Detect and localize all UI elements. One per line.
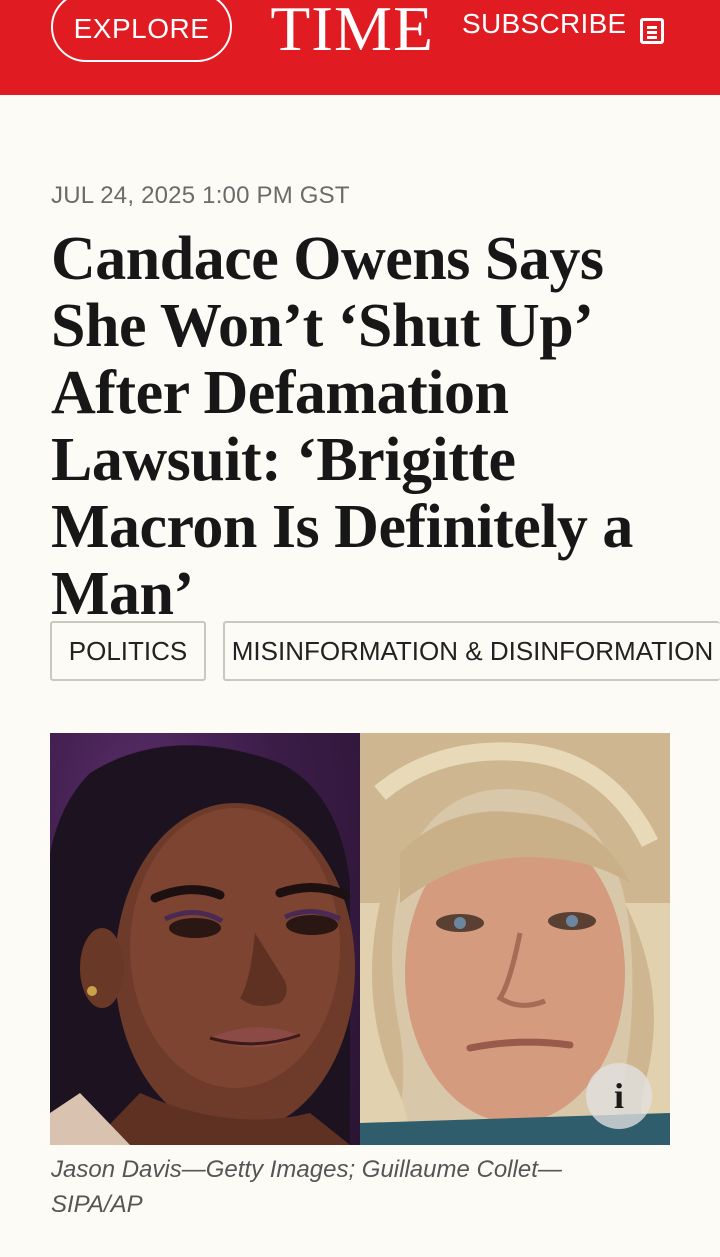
article-dateline: JUL 24, 2025 1:00 PM GST [51, 182, 350, 209]
image-info-button[interactable]: i [586, 1063, 652, 1129]
hero-image: i [50, 733, 670, 1145]
time-logo[interactable]: TIME [270, 0, 434, 64]
tag-politics[interactable]: POLITICS [50, 621, 206, 681]
article-page: EXPLORE TIME SUBSCRIBE JUL 24, 2025 1:00… [0, 0, 720, 1257]
hero-photo-left [50, 733, 360, 1145]
explore-button[interactable]: EXPLORE [51, 0, 232, 62]
portrait-candace-owens [50, 745, 355, 1145]
article-headline: Candace Owens Says She Won’t ‘Shut Up’ A… [51, 225, 633, 628]
subscribe-button[interactable]: SUBSCRIBE [462, 8, 627, 40]
site-header: EXPLORE TIME SUBSCRIBE [0, 0, 720, 95]
image-caption: Jason Davis—Getty Images; Guillaume Coll… [51, 1156, 562, 1218]
menu-icon[interactable] [640, 18, 664, 44]
tag-misinformation-disinformation[interactable]: MISINFORMATION & DISINFORMATION [223, 621, 720, 681]
